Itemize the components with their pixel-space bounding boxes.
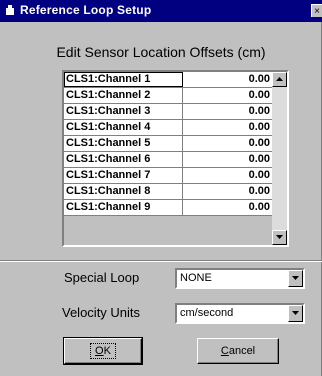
special-loop-label: Special Loop [64,270,140,285]
table-row[interactable]: CLS1:Channel 7 0.00 [64,168,272,184]
sensor-channel-name[interactable]: CLS1:Channel 8 [64,184,183,199]
table-row[interactable]: CLS1:Channel 8 0.00 [64,184,272,200]
close-icon[interactable]: × [311,4,322,17]
sensor-offset-value[interactable]: 0.00 [185,88,272,103]
sensor-offset-value[interactable]: 0.00 [185,104,272,119]
reference-loop-setup-dialog: Reference Loop Setup × Edit Sensor Locat… [0,0,322,376]
offsets-heading: Edit Sensor Location Offsets (cm) [56,44,266,60]
window-title: Reference Loop Setup [20,3,152,17]
cancel-button[interactable]: Cancel [197,338,279,364]
velocity-units-select[interactable]: cm/second [175,303,305,324]
chevron-down-icon [292,276,299,280]
app-icon [6,5,14,15]
sensor-offset-value[interactable]: 0.00 [185,72,272,87]
sensor-channel-name[interactable]: CLS1:Channel 7 [64,168,183,183]
velocity-units-dropdown-button[interactable] [288,305,303,322]
ok-label-rest: K [103,345,111,357]
special-loop-value: NONE [180,272,212,284]
scroll-up-button[interactable] [272,72,287,87]
sensor-channel-name[interactable]: CLS1:Channel 4 [64,120,183,135]
sensor-offset-value[interactable]: 0.00 [185,136,272,151]
velocity-units-label: Velocity Units [62,305,141,320]
table-row[interactable]: CLS1:Channel 1 0.00 [64,72,272,88]
sensor-channel-name[interactable]: CLS1:Channel 1 [64,72,183,87]
table-row[interactable]: CLS1:Channel 9 0.00 [64,200,272,216]
ok-button[interactable]: OK [63,337,143,365]
sensor-offsets-table[interactable]: CLS1:Channel 1 0.00 CLS1:Channel 2 0.00 CLS1… [62,70,289,247]
sensor-channel-name[interactable]: CLS1:Channel 3 [64,104,183,119]
section-divider [0,260,322,262]
table-row[interactable]: CLS1:Channel 3 0.00 [64,104,272,120]
sensor-channel-name[interactable]: CLS1:Channel 6 [64,152,183,167]
table-row[interactable]: CLS1:Channel 6 0.00 [64,152,272,168]
velocity-units-value: cm/second [180,307,234,319]
scroll-down-button[interactable] [272,230,287,245]
vertical-scrollbar[interactable] [272,72,287,245]
special-loop-dropdown-button[interactable] [288,270,303,287]
sensor-offset-value[interactable]: 0.00 [185,184,272,199]
cancel-button-label: Cancel [221,345,255,357]
sensor-channel-name[interactable]: CLS1:Channel 2 [64,88,183,103]
sensor-channel-name[interactable]: CLS1:Channel 5 [64,136,183,151]
sensor-offset-value[interactable]: 0.00 [185,152,272,167]
cancel-label-rest: ancel [228,345,256,357]
ok-button-label: OK [90,343,116,359]
table-row[interactable]: CLS1:Channel 4 0.00 [64,120,272,136]
sensor-offset-value[interactable]: 0.00 [185,168,272,183]
sensor-offset-value[interactable]: 0.00 [185,120,272,135]
arrow-up-icon [276,77,283,81]
table-row[interactable]: CLS1:Channel 5 0.00 [64,136,272,152]
arrow-down-icon [276,235,283,239]
table-row[interactable]: CLS1:Channel 2 0.00 [64,88,272,104]
sensor-offset-value[interactable]: 0.00 [185,200,272,215]
cancel-mnemonic: C [220,345,229,357]
sensor-channel-name[interactable]: CLS1:Channel 9 [64,200,183,215]
special-loop-select[interactable]: NONE [175,268,305,289]
offsets-grid: CLS1:Channel 1 0.00 CLS1:Channel 2 0.00 CLS1… [64,72,272,216]
ok-mnemonic: O [95,345,104,357]
chevron-down-icon [292,311,299,315]
title-bar[interactable]: Reference Loop Setup × [0,0,322,22]
